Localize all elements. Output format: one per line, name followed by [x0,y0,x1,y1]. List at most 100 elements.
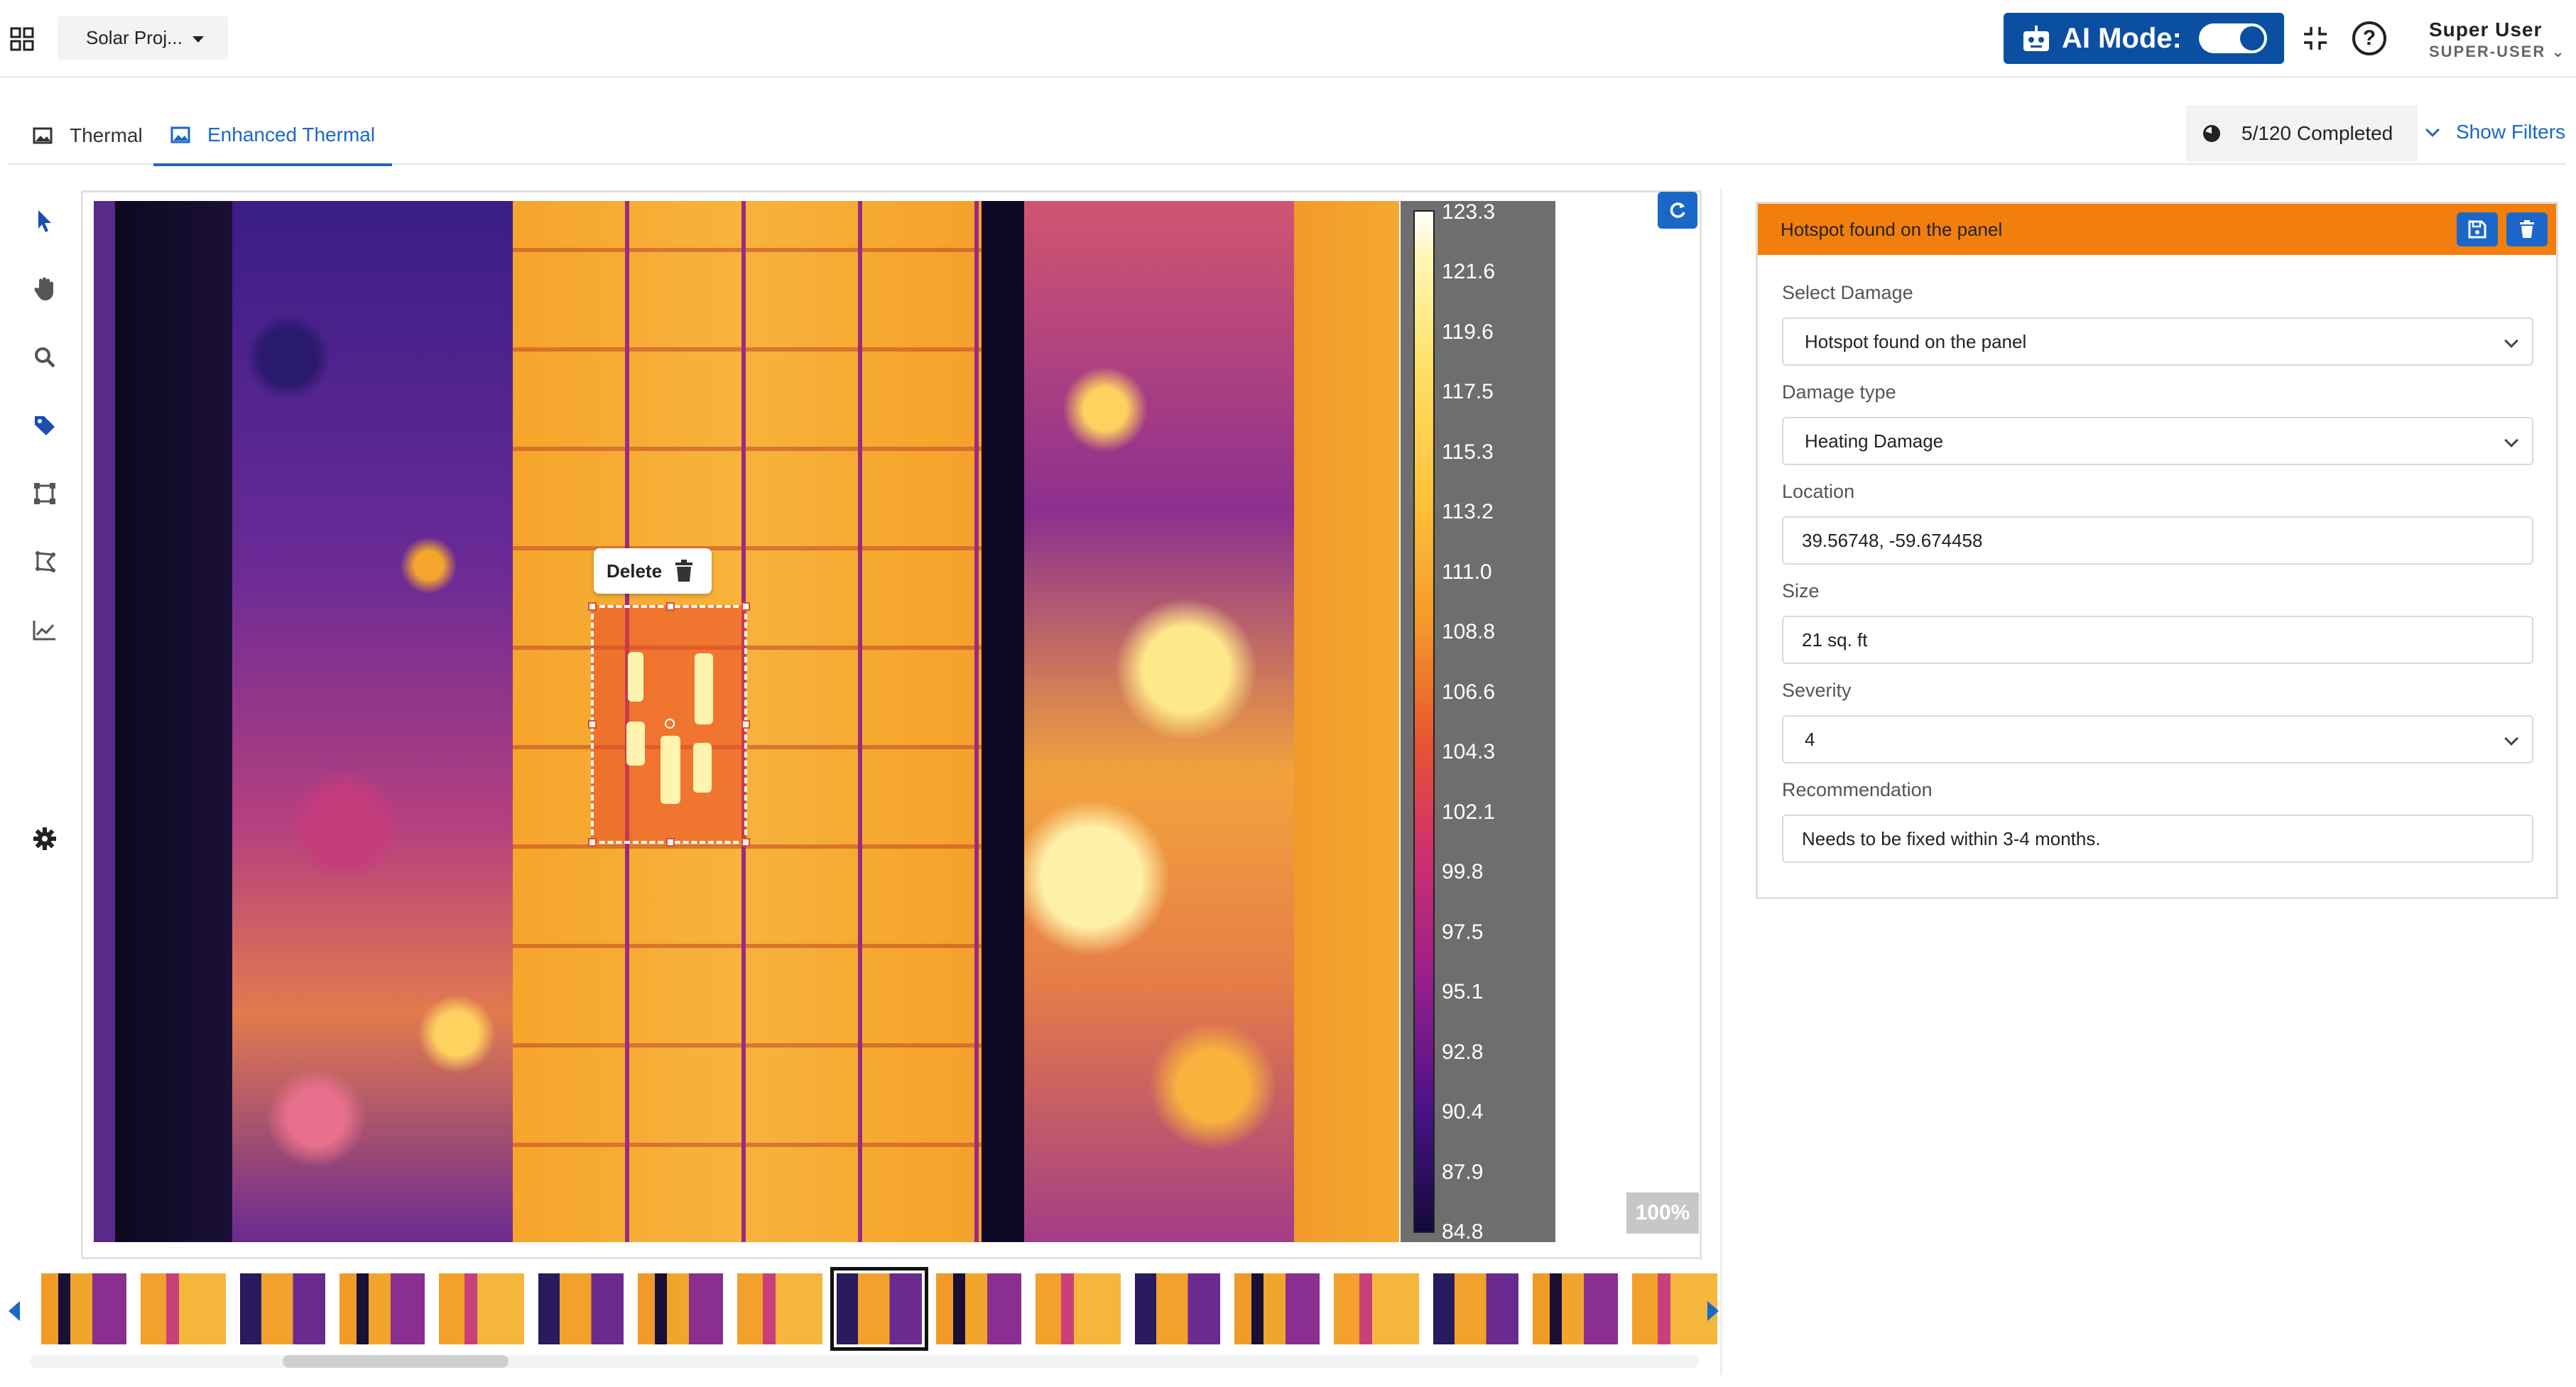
bounding-box-tool[interactable] [28,477,61,510]
apps-grid-icon[interactable] [10,27,34,51]
polygon-tool[interactable] [28,545,61,578]
colorbar-tick-label: 84.8 [1442,1220,1484,1244]
filmstrip-thumbnail[interactable] [936,1273,1021,1344]
resize-handle[interactable] [741,720,750,729]
filmstrip-thumbnail[interactable] [1433,1273,1518,1344]
hotspot-mark [661,736,680,804]
filmstrip-thumbnail[interactable] [1036,1273,1121,1344]
pie-chart-icon [2203,125,2220,142]
filmstrip-thumbnail[interactable] [538,1273,624,1344]
filmstrip-thumbnail[interactable] [41,1273,126,1344]
settings-tool[interactable] [28,822,61,855]
image-band [115,201,232,1242]
ai-mode-label: AI Mode: [2062,22,2182,54]
panel-title: Hotspot found on the panel [1781,218,2003,240]
hotspot-mark [693,743,712,793]
resize-handle[interactable] [588,720,597,729]
size-value: 21 sq. ft [1802,629,1868,651]
user-name[interactable]: Super User [2429,18,2542,41]
delete-label: Delete [607,560,663,582]
compress-icon[interactable] [2301,24,2330,53]
tag-icon [35,416,55,435]
pointer-tool[interactable] [28,205,61,237]
resize-handle[interactable] [666,838,675,847]
location-label: Location [1782,481,1855,502]
hotspot-selection-box[interactable] [588,602,750,847]
colorbar-tick-label: 119.6 [1442,320,1494,344]
top-bar: Solar Proj... AI Mode: ? Super User SUPE… [0,0,2576,78]
recommendation-value: Needs to be fixed within 3-4 months. [1802,827,2101,849]
filmstrip-thumbnail[interactable] [240,1273,325,1344]
show-filters-link[interactable]: Show Filters [2425,121,2565,143]
tag-tool[interactable] [28,409,61,442]
colorbar-tick-label: 106.6 [1442,680,1496,704]
severity-dropdown[interactable]: 4 [1782,715,2533,763]
filmstrip-thumbnail[interactable] [1632,1273,1717,1344]
chevron-down-icon [2425,123,2440,137]
resize-handle[interactable] [741,838,750,847]
resize-handle[interactable] [588,838,597,847]
filmstrip-next-icon[interactable] [1707,1301,1719,1321]
select-damage-label: Select Damage [1782,282,1913,303]
project-select[interactable]: Solar Proj... [58,16,228,60]
save-button[interactable] [2457,212,2498,246]
recommendation-input[interactable]: Needs to be fixed within 3-4 months. [1782,815,2533,863]
save-icon [2468,220,2487,239]
location-input[interactable]: 39.56748, -59.674458 [1782,516,2533,565]
tab-enhanced-thermal[interactable]: Enhanced Thermal [153,107,393,166]
tab-thermal[interactable]: Thermal [16,107,160,165]
hotspot-mark [626,722,645,766]
chevron-down-icon [2504,731,2518,746]
trash-icon [675,560,693,582]
resize-handle[interactable] [588,602,597,611]
resize-handle[interactable] [666,602,675,611]
filmstrip-thumbnail[interactable] [141,1273,226,1344]
center-handle[interactable] [665,719,675,729]
pointer-icon [38,210,51,232]
filmstrip-thumbnail[interactable] [1234,1273,1320,1344]
colorbar-tick-label: 92.8 [1442,1040,1484,1064]
completion-status: 5/120 Completed [2186,105,2418,162]
help-symbol: ? [2362,26,2376,50]
caret-down-icon [192,36,204,43]
analytics-tool[interactable] [28,614,61,646]
completion-label: 5/120 Completed [2241,122,2393,144]
filmstrip-thumbnail[interactable] [1533,1273,1618,1344]
filmstrip-thumbnail[interactable] [638,1273,723,1344]
filmstrip-thumbnail[interactable] [737,1273,822,1344]
size-input[interactable]: 21 sq. ft [1782,616,2533,664]
user-role[interactable]: SUPER-USER ⌄ [2429,43,2566,61]
filmstrip-thumbnail[interactable] [339,1273,425,1344]
colorbar-tick-label: 104.3 [1442,740,1496,764]
filmstrip-prev-icon[interactable] [9,1301,20,1321]
select-damage-value: Hotspot found on the panel [1805,330,2027,352]
select-damage-dropdown[interactable]: Hotspot found on the panel [1782,317,2533,366]
refresh-icon [1670,202,1685,218]
trash-icon [2520,220,2534,238]
delete-annotation-button[interactable]: Delete [594,548,712,594]
help-icon[interactable]: ? [2352,21,2386,55]
view-tabs: Thermal Enhanced Thermal [9,107,2565,166]
filmstrip-thumbnail[interactable] [830,1267,928,1351]
colorbar-tick-label: 115.3 [1442,440,1494,464]
filmstrip-scrollbar[interactable] [30,1355,1699,1368]
filmstrip-scroll-thumb[interactable] [283,1355,509,1368]
gear-icon [33,827,56,850]
delete-damage-button[interactable] [2506,212,2548,246]
pan-tool[interactable] [28,273,61,305]
ai-mode-switch[interactable] [2199,23,2267,53]
resize-handle[interactable] [741,602,750,611]
filmstrip-thumbnail[interactable] [1334,1273,1419,1344]
damage-type-value: Heating Damage [1805,430,1944,452]
robot-icon [2023,26,2049,51]
refresh-button[interactable] [1658,192,1697,229]
filmstrip-thumbnail[interactable] [439,1273,524,1344]
ai-mode-toggle[interactable]: AI Mode: [2004,13,2284,64]
damage-type-dropdown[interactable]: Heating Damage [1782,417,2533,465]
colorbar-tick-label: 121.6 [1442,260,1496,284]
image-band [94,201,115,1242]
zoom-tool[interactable] [28,341,61,374]
colorbar-tick-label: 102.1 [1442,800,1496,824]
size-label: Size [1782,580,1820,602]
filmstrip-thumbnail[interactable] [1135,1273,1220,1344]
